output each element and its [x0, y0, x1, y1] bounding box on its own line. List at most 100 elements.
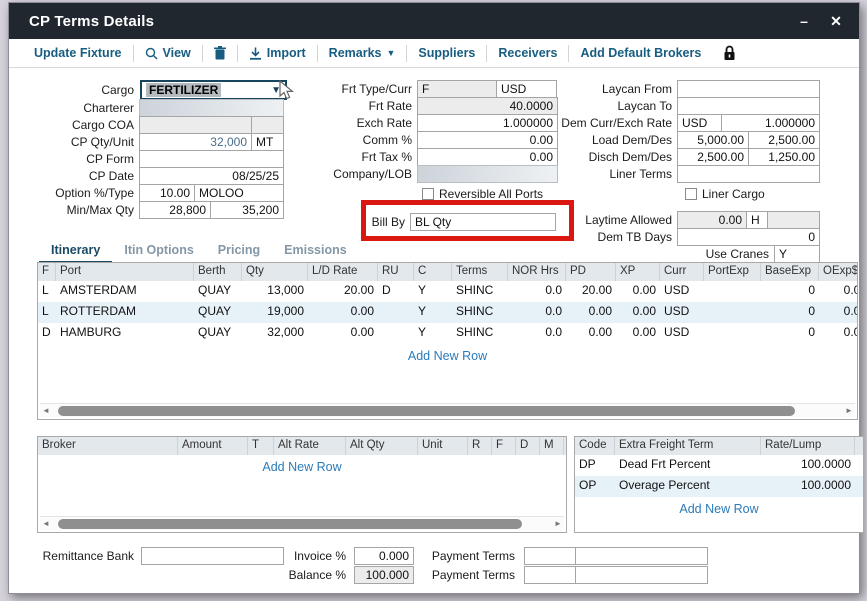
cell[interactable]: 20.00 — [566, 281, 616, 302]
tab-emissions[interactable]: Emissions — [272, 241, 359, 264]
cp-form-field[interactable] — [139, 150, 284, 168]
cp-date-field[interactable]: 08/25/25 — [139, 167, 284, 185]
cargo-coa-field[interactable] — [139, 116, 252, 134]
cell[interactable]: Y — [414, 323, 452, 344]
cell[interactable]: D — [378, 281, 414, 302]
cell[interactable]: D — [38, 323, 56, 344]
column-header[interactable]: Berth — [194, 263, 242, 281]
cell[interactable]: 0 — [761, 281, 819, 302]
company-lob-field-redacted[interactable] — [417, 165, 558, 183]
remarks-menu-button[interactable]: Remarks ▼ — [318, 44, 407, 62]
bill-by-field[interactable]: BL Qty — [410, 213, 556, 231]
delete-button[interactable] — [203, 44, 237, 62]
cell[interactable]: 0.00 — [819, 302, 858, 323]
update-fixture-button[interactable]: Update Fixture — [23, 44, 133, 62]
table-row[interactable]: LROTTERDAMQUAY19,0000.00YSHINC0.00.000.0… — [38, 302, 857, 323]
cell[interactable]: 0.00 — [566, 323, 616, 344]
cell[interactable]: Y — [414, 281, 452, 302]
suppliers-button[interactable]: Suppliers — [407, 44, 486, 62]
scroll-right-arrow-icon[interactable]: ► — [552, 519, 564, 528]
min-qty-field[interactable]: 28,800 — [139, 201, 211, 219]
column-header[interactable]: C — [414, 263, 452, 281]
cell[interactable]: 0.00 — [308, 302, 378, 323]
column-header[interactable]: Terms — [452, 263, 508, 281]
payment-terms-desc-field-2[interactable] — [575, 566, 708, 584]
cell[interactable]: 0.0 — [508, 281, 566, 302]
column-header[interactable]: M — [540, 437, 564, 455]
use-cranes-field[interactable]: Y — [774, 245, 820, 263]
charterer-field-redacted[interactable] — [139, 99, 284, 117]
cell[interactable]: 0.00 — [819, 323, 858, 344]
cell[interactable]: AMSTERDAM — [56, 281, 194, 302]
scrollbar-track[interactable] — [52, 518, 552, 530]
liner-terms-field[interactable] — [677, 165, 820, 183]
max-qty-field[interactable]: 35,200 — [210, 201, 284, 219]
cell[interactable]: ROTTERDAM — [56, 302, 194, 323]
cell[interactable]: 0.00 — [616, 302, 660, 323]
payment-terms-code-field-1[interactable] — [524, 547, 576, 565]
column-header[interactable]: Rate/Lump — [761, 437, 855, 455]
column-header[interactable]: T — [248, 437, 274, 455]
itinerary-horizontal-scrollbar[interactable]: ◄ ► — [40, 403, 855, 417]
cell[interactable] — [704, 302, 761, 323]
close-button[interactable]: ✕ — [821, 3, 851, 39]
exch-rate-field[interactable]: 1.000000 — [417, 114, 558, 132]
cell[interactable] — [704, 281, 761, 302]
column-header[interactable]: D — [516, 437, 540, 455]
frt-rate-field[interactable]: 40.0000 — [417, 97, 558, 115]
frt-curr-field[interactable]: USD — [496, 80, 557, 98]
disch-dem-field[interactable]: 2,500.00 — [677, 148, 749, 166]
scroll-left-arrow-icon[interactable]: ◄ — [40, 519, 52, 528]
tab-itin-options[interactable]: Itin Options — [112, 241, 205, 264]
load-dem-field[interactable]: 5,000.00 — [677, 131, 749, 149]
column-header[interactable]: R — [468, 437, 492, 455]
column-header[interactable]: RU — [378, 263, 414, 281]
comm-pct-field[interactable]: 0.00 — [417, 131, 558, 149]
view-button[interactable]: View — [134, 44, 202, 62]
cell[interactable]: 0.00 — [616, 323, 660, 344]
cell[interactable]: HAMBURG — [56, 323, 194, 344]
option-pct-field[interactable]: 10.00 — [139, 184, 195, 202]
column-header[interactable]: Alt Qty — [346, 437, 418, 455]
scroll-right-arrow-icon[interactable]: ► — [843, 406, 855, 415]
cp-unit-field[interactable]: MT — [251, 133, 284, 151]
invoice-pct-field[interactable]: 0.000 — [354, 547, 414, 565]
cell[interactable]: 32,000 — [242, 323, 308, 344]
cell[interactable]: OP — [575, 476, 615, 497]
cell[interactable]: 100.0000 — [761, 455, 855, 476]
cell[interactable]: 0.00 — [819, 281, 858, 302]
table-row[interactable]: LAMSTERDAMQUAY13,00020.00DYSHINC0.020.00… — [38, 281, 857, 302]
column-header[interactable]: PD — [566, 263, 616, 281]
cell[interactable]: QUAY — [194, 302, 242, 323]
table-row[interactable]: DHAMBURGQUAY32,0000.00YSHINC0.00.000.00U… — [38, 323, 857, 344]
frt-type-field[interactable]: F — [417, 80, 497, 98]
scrollbar-thumb[interactable] — [58, 406, 795, 416]
disch-des-field[interactable]: 1,250.00 — [748, 148, 820, 166]
cell[interactable]: 19,000 — [242, 302, 308, 323]
cell[interactable]: 0.00 — [308, 323, 378, 344]
frt-tax-field[interactable]: 0.00 — [417, 148, 558, 166]
cargo-dropdown[interactable]: FERTILIZER ▼ — [140, 80, 287, 100]
add-default-brokers-button[interactable]: Add Default Brokers — [569, 44, 712, 62]
cell[interactable]: Y — [414, 302, 452, 323]
column-header[interactable]: Port — [56, 263, 194, 281]
column-header[interactable]: F — [38, 263, 56, 281]
remittance-bank-field[interactable] — [141, 547, 284, 565]
laycan-from-field[interactable] — [677, 80, 820, 98]
tab-pricing[interactable]: Pricing — [206, 241, 272, 264]
column-header[interactable]: NOR Hrs — [508, 263, 566, 281]
cell[interactable]: SHINC — [452, 302, 508, 323]
column-header[interactable]: Amount — [178, 437, 248, 455]
cell[interactable]: 0.0 — [508, 302, 566, 323]
column-header[interactable]: Alt Rate — [274, 437, 346, 455]
broker-add-new-row-link[interactable]: Add New Row — [38, 455, 566, 479]
column-header[interactable]: OExp$/t — [819, 263, 858, 281]
cell[interactable] — [704, 323, 761, 344]
cell[interactable]: 0 — [761, 323, 819, 344]
column-header[interactable]: Unit — [418, 437, 468, 455]
load-des-field[interactable]: 2,500.00 — [748, 131, 820, 149]
liner-cargo-checkbox[interactable] — [685, 188, 697, 200]
cell[interactable]: L — [38, 281, 56, 302]
cell[interactable]: 0.0 — [508, 323, 566, 344]
cell[interactable]: 0 — [761, 302, 819, 323]
